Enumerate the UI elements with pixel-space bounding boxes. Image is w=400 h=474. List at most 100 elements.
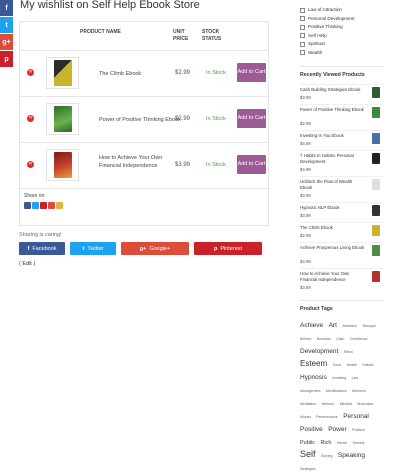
stock-status: In Stock <box>206 116 226 122</box>
tag-link[interactable]: Speaking <box>338 452 365 459</box>
tag-link[interactable]: Health <box>347 363 357 367</box>
pinterest-share-icon[interactable]: p <box>0 51 13 67</box>
product-cover-icon[interactable] <box>372 205 380 216</box>
recent-product-name[interactable]: Power of Positive Thinking Ebook <box>300 107 365 113</box>
googleplus-share-icon[interactable]: g+ <box>0 34 13 50</box>
tag-link[interactable]: Attraction <box>342 324 357 328</box>
tag-link[interactable]: Boosters <box>317 337 331 341</box>
tag-link[interactable]: Cash <box>336 337 344 341</box>
product-cover-icon[interactable] <box>372 245 380 256</box>
tag-link[interactable]: Baroque <box>363 324 376 328</box>
add-to-cart-button[interactable]: Add to Cart <box>237 63 266 82</box>
twitter-share-button[interactable]: t Twitter <box>70 242 116 255</box>
facebook-share-button[interactable]: f Facebook <box>19 242 65 255</box>
recent-product-item[interactable]: Achieve Prosperous Living Ebook $4.99 <box>300 242 384 268</box>
product-name-link[interactable]: Power of Positive Thinking Ebook <box>99 116 187 124</box>
remove-icon[interactable]: ✕ <box>27 115 34 122</box>
product-thumbnail[interactable] <box>46 57 79 89</box>
product-cover-icon[interactable] <box>372 225 380 236</box>
product-cover-icon[interactable] <box>372 153 380 164</box>
tag-link[interactable]: Law <box>352 376 358 380</box>
tag-link[interactable]: Art <box>329 322 337 329</box>
tag-link[interactable]: Rich <box>320 440 331 446</box>
tag-link[interactable]: Personal <box>343 413 369 420</box>
googleplus-icon[interactable] <box>48 202 55 209</box>
tag-link[interactable]: Strategies <box>300 467 316 471</box>
tag-link[interactable]: Self <box>300 449 316 459</box>
googleplus-icon: g+ <box>139 245 147 252</box>
recent-product-name[interactable]: Cash Building Strategies Ebook <box>300 87 365 93</box>
tag-link[interactable]: Power <box>328 426 346 433</box>
twitter-icon[interactable] <box>32 202 39 209</box>
product-name-link[interactable]: How to Achieve Your Own Financial Indepe… <box>99 154 177 170</box>
recent-product-name[interactable]: Hypnotic NLP Ebook <box>300 205 365 211</box>
category-item[interactable]: Wealth <box>300 49 384 58</box>
product-name-link[interactable]: The Climb Ebook <box>99 70 187 78</box>
pinterest-icon[interactable] <box>40 202 47 209</box>
social-share-sidebar: f t g+ p <box>0 0 13 68</box>
category-item[interactable]: Law of Attraction <box>300 6 384 15</box>
recent-product-item[interactable]: The Climb Ebook $2.99 <box>300 222 384 242</box>
tag-link[interactable]: Confidence <box>350 337 368 341</box>
remove-icon[interactable]: ✕ <box>27 69 34 76</box>
recent-product-item[interactable]: Unblock the Flow of Wealth Ebook $3.99 <box>300 176 384 202</box>
tag-link[interactable]: Meditation <box>300 402 316 406</box>
recent-product-name[interactable]: Investing In You Ebook <box>300 133 365 139</box>
recent-product-item[interactable]: 7 Habits In Holistic Personal Developmen… <box>300 150 384 176</box>
tag-link[interactable]: Mindset <box>340 402 352 406</box>
edit-link[interactable]: ( Edit ) <box>19 261 35 267</box>
tag-link[interactable]: Secrets <box>352 441 364 445</box>
tag-link[interactable]: Solving <box>321 454 332 458</box>
tag-link[interactable]: Investing <box>332 376 346 380</box>
tag-link[interactable]: Memory <box>322 402 335 406</box>
add-to-cart-button[interactable]: Add to Cart <box>237 155 266 174</box>
recent-product-item[interactable]: How to Achieve Your Own Financial Indepe… <box>300 268 384 294</box>
tag-link[interactable]: Perseverance <box>316 415 338 419</box>
product-cover-icon[interactable] <box>372 133 380 144</box>
recent-product-name[interactable]: How to Achieve Your Own Financial Indepe… <box>300 271 365 283</box>
tag-link[interactable]: Management <box>300 389 320 393</box>
tag-link[interactable]: Achieve <box>300 322 323 329</box>
recent-product-name[interactable]: Unblock the Flow of Wealth Ebook <box>300 179 365 191</box>
category-item[interactable]: Spiritual <box>300 40 384 49</box>
tag-link[interactable]: Public <box>300 440 315 446</box>
tag-link[interactable]: Esteem <box>300 359 327 368</box>
recent-product-item[interactable]: Cash Building Strategies Ebook $3.99 <box>300 84 384 104</box>
tag-link[interactable]: Good <box>333 363 342 367</box>
add-to-cart-button[interactable]: Add to Cart <box>237 109 266 128</box>
recent-product-name[interactable]: The Climb Ebook <box>300 225 365 231</box>
tag-link[interactable]: Manners <box>352 389 366 393</box>
category-item[interactable]: Self Help <box>300 32 384 41</box>
product-cover-icon[interactable] <box>372 107 380 118</box>
recent-product-name[interactable]: 7 Habits In Holistic Personal Developmen… <box>300 153 365 165</box>
product-cover-icon[interactable] <box>372 87 380 98</box>
twitter-share-icon[interactable]: t <box>0 17 13 33</box>
facebook-share-icon[interactable]: f <box>0 0 13 16</box>
email-icon[interactable] <box>56 202 63 209</box>
facebook-icon[interactable] <box>24 202 31 209</box>
category-item[interactable]: Personal Development <box>300 15 384 24</box>
tag-link[interactable]: Believe <box>300 337 311 341</box>
tag-link[interactable]: Mozart <box>300 415 311 419</box>
product-cover-icon[interactable] <box>372 271 380 282</box>
recent-product-name[interactable]: Achieve Prosperous Living Ebook <box>300 245 365 251</box>
recent-product-item[interactable]: Hypnotic NLP Ebook $3.99 <box>300 202 384 222</box>
product-thumbnail[interactable] <box>46 103 79 135</box>
tag-link[interactable]: Effect <box>344 350 353 354</box>
category-item[interactable]: Positive Thinking <box>300 23 384 32</box>
pinterest-share-button[interactable]: p Pinterest <box>194 242 262 255</box>
recent-product-item[interactable]: Investing In You Ebook $4.99 <box>300 130 384 150</box>
tag-link[interactable]: Manifestation <box>326 389 347 393</box>
tag-link[interactable]: Motivation <box>357 402 373 406</box>
product-cover-icon[interactable] <box>372 179 380 190</box>
recent-product-item[interactable]: Power of Positive Thinking Ebook $2.99 <box>300 104 384 130</box>
tag-link[interactable]: Problem <box>352 428 365 432</box>
googleplus-share-button[interactable]: g+ Google+ <box>121 242 189 255</box>
tag-link[interactable]: Holistic <box>362 363 373 367</box>
tag-link[interactable]: Positive <box>300 426 323 433</box>
tag-link[interactable]: Secret <box>337 441 347 445</box>
remove-icon[interactable]: ✕ <box>27 161 34 168</box>
tag-link[interactable]: Hypnosis <box>300 374 327 381</box>
tag-link[interactable]: Development <box>300 348 338 355</box>
product-thumbnail[interactable] <box>46 149 79 181</box>
